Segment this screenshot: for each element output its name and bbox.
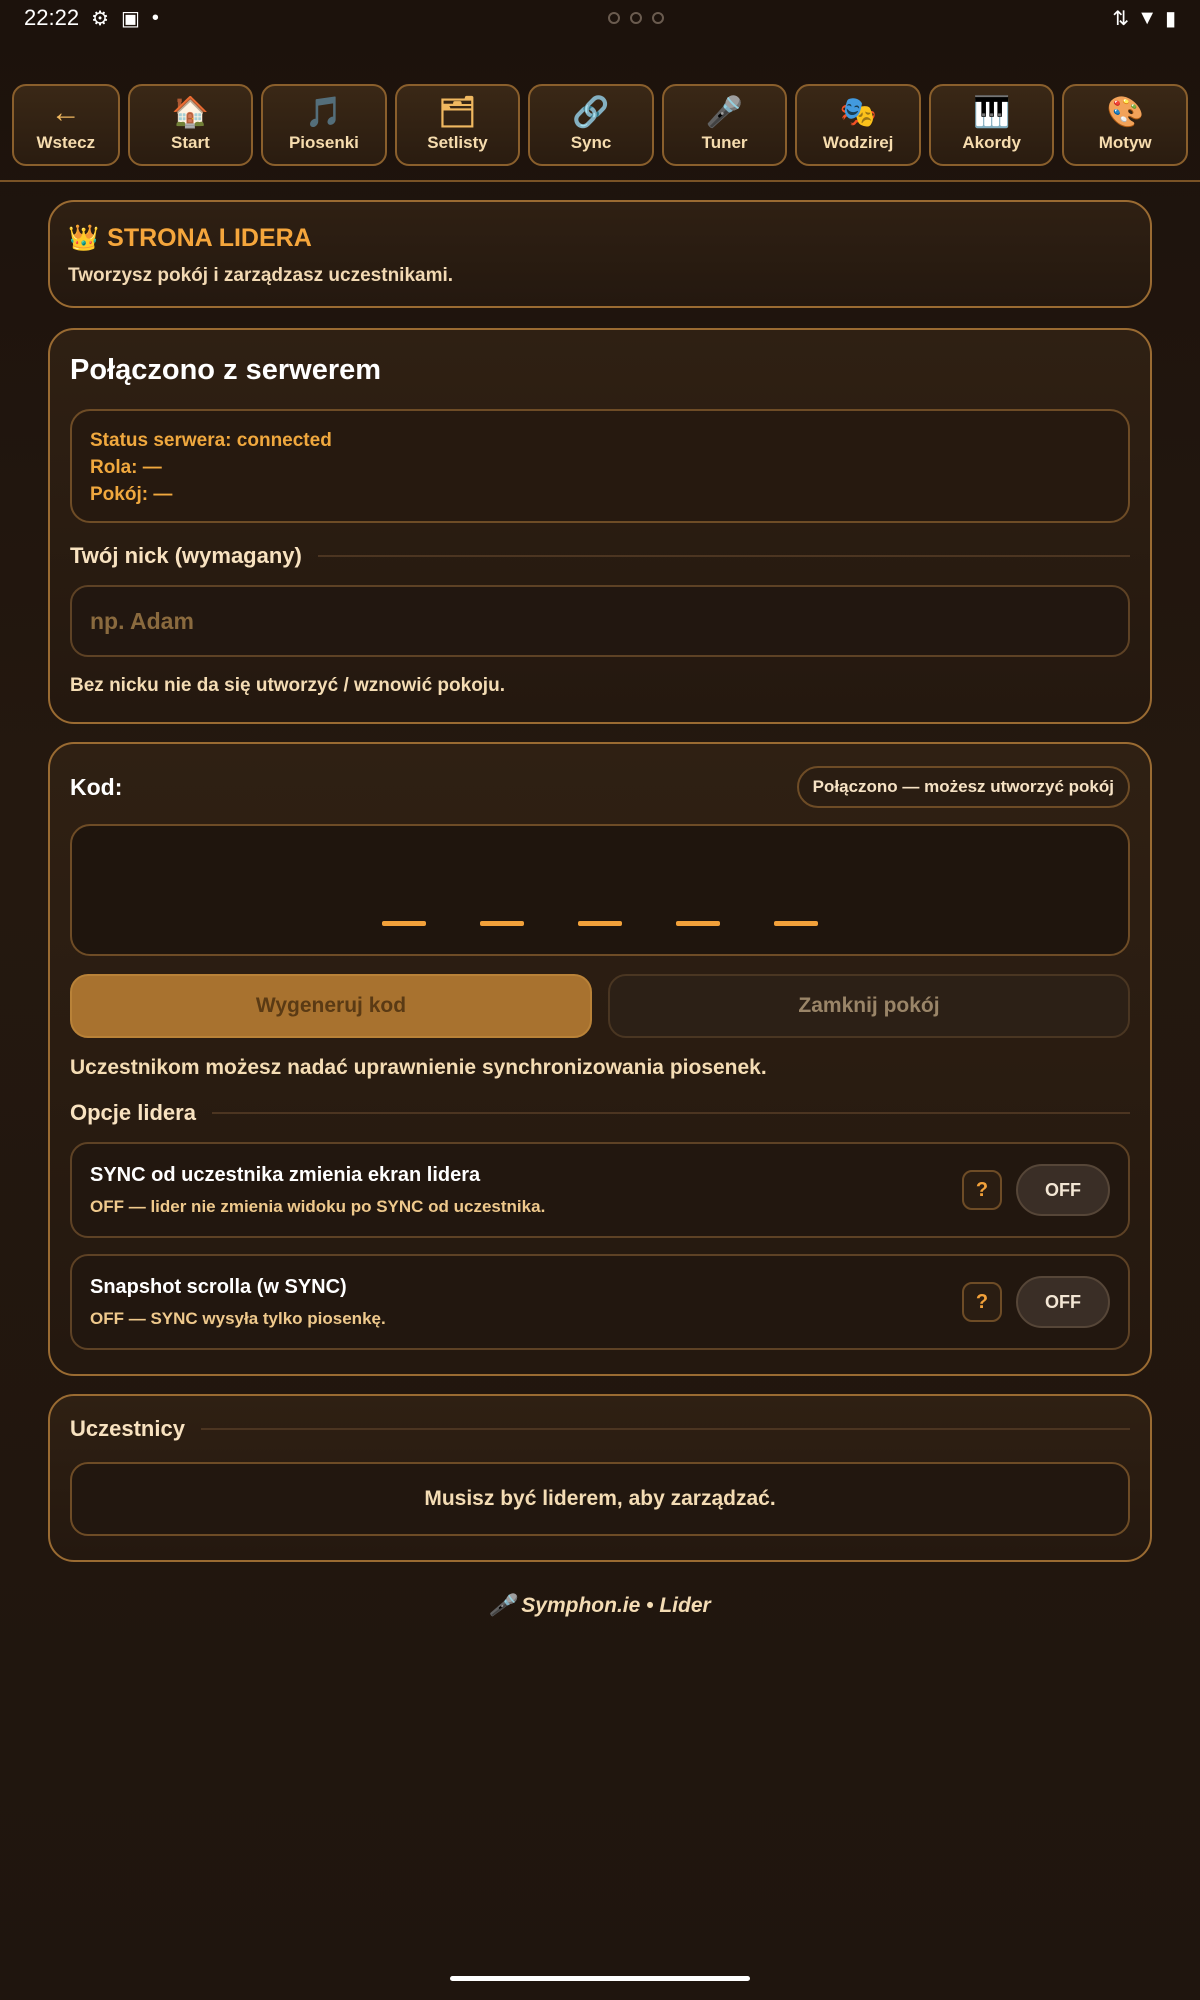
crown-icon: 👑 <box>68 224 100 252</box>
participants-heading-row: Uczestnicy <box>70 1416 1130 1442</box>
nav-label: Tuner <box>701 133 748 152</box>
link-icon: 🔗 <box>572 96 610 129</box>
nav-chords[interactable]: 🎹 Akordy <box>928 84 1055 166</box>
nav-label: Sync <box>570 133 612 152</box>
signal-icon: ⇅ <box>1112 7 1130 30</box>
code-digit-slot <box>480 921 524 926</box>
nick-heading-row: Twój nick (wymagany) <box>70 543 1130 569</box>
code-digit-slot <box>774 921 818 926</box>
participants-card: Uczestnicy Musisz być liderem, aby zarzą… <box>48 1394 1152 1562</box>
battery-icon: ▮ <box>1164 7 1176 30</box>
home-icon: 🏠 <box>171 96 210 129</box>
participants-heading: Uczestnicy <box>70 1416 185 1441</box>
leader-title-row: 👑 STRONA LIDERA <box>68 224 1132 253</box>
nav-songs[interactable]: 🎵 Piosenki <box>261 84 387 166</box>
code-digit-slot <box>676 921 720 926</box>
status-bar: 22:22 ⚙ ▣ • ⇅ ▼ ▮ <box>0 0 1200 36</box>
leader-card: 👑 STRONA LIDERA Tworzysz pokój i zarządz… <box>48 200 1152 308</box>
sync-changes-leader-toggle[interactable]: OFF <box>1016 1164 1110 1216</box>
dot-icon: • <box>151 6 159 29</box>
nick-hint: Bez nicku nie da się utworzyć / wznowić … <box>70 675 505 696</box>
option-subtitle: OFF — SYNC wysyła tylko piosenkę. <box>90 1308 386 1328</box>
role-line: Rola: — <box>90 457 162 478</box>
folder-icon: 🗂 <box>438 96 477 129</box>
nav-sync[interactable]: 🔗 Sync <box>528 84 654 166</box>
option-scroll-snapshot: Snapshot scrolla (w SYNC) OFF — SYNC wys… <box>70 1254 1130 1350</box>
nav-label: Akordy <box>962 133 1021 152</box>
footer-text: Symphon.ie • Lider <box>521 1594 711 1617</box>
code-display <box>70 824 1130 956</box>
nav-label: Start <box>171 133 210 152</box>
wifi-icon: ▼ <box>1137 6 1157 29</box>
nav-tuner[interactable]: 🎤 Tuner <box>661 84 788 166</box>
options-heading-row: Opcje lidera <box>70 1100 1130 1126</box>
option-subtitle: OFF — lider nie zmienia widoku po SYNC o… <box>90 1196 546 1216</box>
divider <box>200 1428 1130 1430</box>
palette-icon: 🎨 <box>1106 96 1144 129</box>
divider <box>211 1112 1130 1114</box>
server-title: Połączono z serwerem <box>70 354 382 386</box>
microphone-icon: 🎤 <box>705 96 744 129</box>
nav-label: Wodzirej <box>822 133 894 152</box>
option-sync-changes-leader: SYNC od uczestnika zmienia ekran lidera … <box>70 1142 1130 1238</box>
theater-masks-icon: 🎭 <box>839 96 877 129</box>
top-nav: ← Wstecz 🏠 Start 🎵 Piosenki 🗂 Setlisty 🔗… <box>12 84 1188 166</box>
divider <box>317 555 1130 557</box>
nick-heading: Twój nick (wymagany) <box>70 543 302 568</box>
nav-label: Motyw <box>1098 133 1152 152</box>
leader-subtitle: Tworzysz pokój i zarządzasz uczestnikami… <box>68 265 454 286</box>
help-button[interactable]: ? <box>962 1282 1002 1322</box>
arrow-left-icon: ← <box>50 96 81 129</box>
microphone-icon: 🎤 <box>489 1594 516 1617</box>
camera-dots <box>607 12 664 24</box>
scroll-snapshot-toggle[interactable]: OFF <box>1016 1276 1110 1328</box>
nav-host[interactable]: 🎭 Wodzirej <box>795 84 921 166</box>
nick-input[interactable] <box>70 585 1130 657</box>
option-title: Snapshot scrolla (w SYNC) <box>90 1275 347 1298</box>
nav-label: Piosenki <box>288 133 359 152</box>
permission-text: Uczestnikom możesz nadać uprawnienie syn… <box>70 1056 767 1079</box>
generate-code-button[interactable]: Wygeneruj kod <box>70 974 592 1038</box>
room-line: Pokój: — <box>90 484 173 505</box>
nav-label: Setlisty <box>427 133 488 152</box>
participants-message: Musisz być liderem, aby zarządzać. <box>70 1462 1130 1536</box>
home-indicator[interactable] <box>450 1976 750 1981</box>
help-button[interactable]: ? <box>962 1170 1002 1210</box>
nav-start[interactable]: 🏠 Start <box>127 84 254 166</box>
options-heading: Opcje lidera <box>70 1100 196 1125</box>
back-button[interactable]: ← Wstecz <box>12 84 120 166</box>
nav-theme[interactable]: 🎨 Motyw <box>1062 84 1188 166</box>
nav-setlists[interactable]: 🗂 Setlisty <box>394 84 521 166</box>
folder-icon: ▣ <box>121 7 140 30</box>
code-label: Kod: <box>70 773 123 800</box>
back-label: Wstecz <box>36 133 96 152</box>
code-digit-slot <box>578 921 622 926</box>
server-status-box: Status serwera: connected Rola: — Pokój:… <box>70 409 1130 523</box>
gear-icon: ⚙ <box>91 7 109 30</box>
connection-status-pill: Połączono — możesz utworzyć pokój <box>796 766 1130 808</box>
code-digit-slot <box>382 921 426 926</box>
close-room-button[interactable]: Zamknij pokój <box>608 974 1130 1038</box>
server-card: Połączono z serwerem Status serwera: con… <box>48 328 1152 724</box>
leader-title: STRONA LIDERA <box>107 224 312 252</box>
clock: 22:22 <box>24 5 80 30</box>
footer: 🎤 Symphon.ie • Lider <box>0 1594 1200 1618</box>
server-status-line: Status serwera: connected <box>90 430 332 451</box>
music-note-icon: 🎵 <box>305 96 343 129</box>
nav-divider <box>0 180 1200 182</box>
piano-icon: 🎹 <box>972 96 1011 129</box>
code-card: Kod: Połączono — możesz utworzyć pokój W… <box>48 742 1152 1376</box>
option-title: SYNC od uczestnika zmienia ekran lidera <box>90 1163 481 1186</box>
